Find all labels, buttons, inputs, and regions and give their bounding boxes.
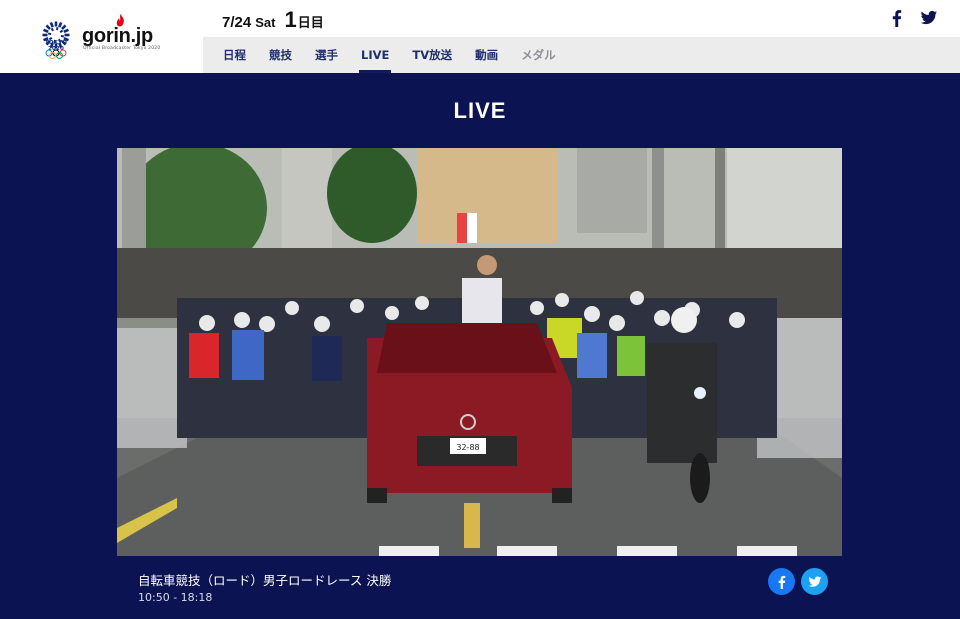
logo-link[interactable]: TOKYO 2020 gorin.jp Official Broadcaster… bbox=[0, 0, 203, 73]
live-video-player[interactable]: 32-88 bbox=[117, 148, 842, 556]
date-weekday: Sat bbox=[255, 15, 276, 30]
day-suffix: 日目 bbox=[297, 15, 324, 30]
nav-item-athletes[interactable]: 選手 bbox=[315, 37, 338, 73]
date-month-day: 7/24 bbox=[222, 14, 252, 31]
live-section: LIVE 32-88 自転車競技（ロード）男子ロードレース 決勝 10:50 -… bbox=[0, 73, 960, 619]
olympic-rings-icon bbox=[45, 49, 67, 59]
nav-item-videos[interactable]: 動画 bbox=[475, 37, 498, 73]
nav-item-sports[interactable]: 競技 bbox=[269, 37, 292, 73]
nav-item-medals: メダル bbox=[521, 48, 556, 62]
facebook-icon bbox=[778, 575, 785, 589]
stream-time-range: 10:50 - 18:18 bbox=[138, 591, 213, 604]
nav-item-schedule[interactable]: 日程 bbox=[223, 37, 246, 73]
page-title: LIVE bbox=[453, 98, 507, 123]
header-social-links bbox=[888, 9, 938, 27]
current-date: 7/24 Sat 1 日目 bbox=[222, 7, 324, 35]
share-twitter-button[interactable] bbox=[801, 568, 828, 595]
video-frame-image: 32-88 bbox=[117, 148, 842, 556]
site-header: TOKYO 2020 gorin.jp Official Broadcaster… bbox=[0, 0, 960, 73]
share-buttons bbox=[768, 568, 828, 595]
facebook-icon[interactable] bbox=[888, 9, 906, 27]
twitter-icon bbox=[808, 575, 821, 587]
day-number: 1 bbox=[284, 7, 297, 32]
license-plate: 32-88 bbox=[456, 443, 479, 452]
brand-name: gorin.jp bbox=[82, 25, 153, 47]
nav-item-tv[interactable]: TV放送 bbox=[412, 37, 452, 73]
stream-title: 自転車競技（ロード）男子ロードレース 決勝 bbox=[138, 573, 392, 588]
share-facebook-button[interactable] bbox=[768, 568, 795, 595]
brand-tagline: Official Broadcaster Tokyo 2020 bbox=[83, 46, 161, 51]
main-nav: 日程 競技 選手 LIVE TV放送 動画 メダル bbox=[203, 37, 960, 73]
nav-item-live[interactable]: LIVE bbox=[358, 37, 392, 73]
twitter-icon[interactable] bbox=[920, 9, 938, 27]
